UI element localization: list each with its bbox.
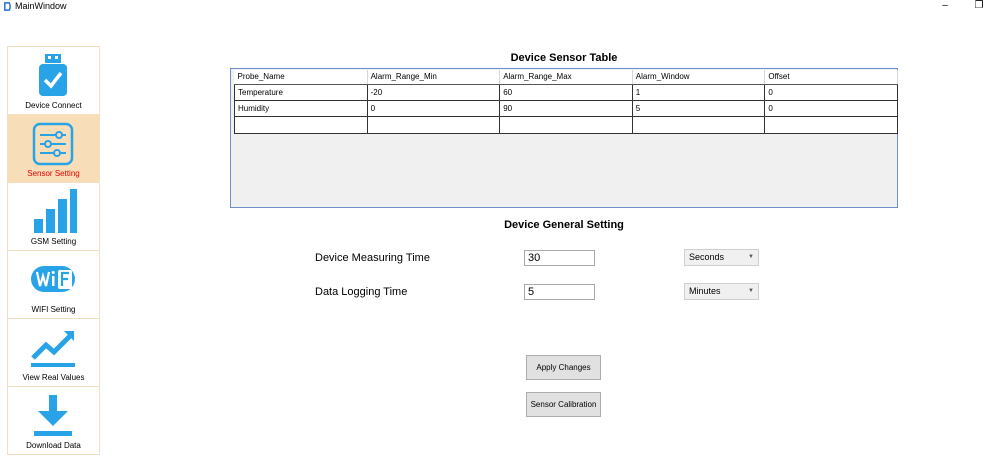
table-cell[interactable]: Humidity [234, 99, 368, 117]
table-cell[interactable] [234, 115, 368, 134]
sidebar-item-sensor-setting[interactable]: Sensor Setting [8, 115, 99, 183]
logging-unit-select[interactable]: Minutes ▼ [684, 283, 759, 300]
table-cell[interactable]: 0 [764, 83, 898, 101]
table-cell[interactable]: -20 [366, 83, 501, 101]
sidebar-item-label: WIFI Setting [31, 305, 76, 314]
chevron-down-icon: ▼ [748, 254, 754, 260]
table-cell[interactable]: 0 [764, 99, 898, 117]
signal-bars-icon [34, 189, 77, 233]
sidebar-item-device-connect[interactable]: Device Connect [8, 47, 99, 115]
logging-time-input[interactable]: 5 [524, 284, 595, 300]
table-header-row: Probe_Name Alarm_Range_Min Alarm_Range_M… [234, 70, 898, 85]
table-row: Temperature -20 60 1 0 [234, 83, 898, 101]
logging-unit-value: Minutes [689, 286, 721, 296]
table-cell[interactable] [764, 115, 898, 134]
sensor-table-title: Device Sensor Table [510, 52, 618, 64]
measuring-unit-select[interactable]: Seconds ▼ [684, 249, 759, 266]
column-header[interactable]: Alarm_Range_Max [499, 70, 633, 85]
table-cell[interactable] [366, 115, 501, 134]
table-row: Humidity 0 90 5 0 [234, 99, 898, 117]
sensor-table[interactable]: Probe_Name Alarm_Range_Min Alarm_Range_M… [230, 68, 898, 208]
sidebar-item-view-real-values[interactable]: View Real Values [8, 319, 99, 387]
logging-time-label: Data Logging Time [315, 286, 408, 298]
table-cell[interactable]: Temperature [234, 83, 368, 101]
apply-changes-button[interactable]: Apply Changes [526, 355, 601, 380]
sidebar-item-label: GSM Setting [30, 237, 77, 246]
sensor-grid: Probe_Name Alarm_Range_Min Alarm_Range_M… [234, 70, 898, 134]
table-cell[interactable]: 90 [499, 99, 633, 117]
sidebar-item-label: Device Connect [25, 101, 82, 110]
table-cell[interactable] [631, 115, 766, 134]
trend-line-icon [31, 331, 75, 367]
sidebar-item-download-data[interactable]: Download Data [8, 387, 99, 455]
sidebar: Device Connect Sensor Setting GSM Settin… [7, 46, 100, 455]
measuring-time-label: Device Measuring Time [315, 252, 430, 264]
table-cell[interactable]: 60 [499, 83, 633, 101]
measuring-time-input[interactable]: 30 [524, 250, 595, 266]
measuring-unit-value: Seconds [689, 252, 725, 262]
sidebar-item-label: View Real Values [22, 373, 85, 382]
sidebar-item-label: Download Data [26, 441, 81, 450]
table-cell[interactable]: 5 [631, 99, 766, 117]
general-setting-title: Device General Setting [504, 219, 624, 231]
sidebar-item-label: Sensor Setting [27, 169, 80, 178]
table-cell[interactable]: 0 [366, 99, 501, 117]
sliders-icon [32, 122, 74, 166]
table-new-row [234, 115, 898, 134]
sidebar-item-gsm-setting[interactable]: GSM Setting [8, 183, 99, 251]
download-icon [34, 395, 72, 436]
table-cell[interactable]: 1 [631, 83, 766, 101]
sensor-calibration-button[interactable]: Sensor Calibration [526, 392, 601, 417]
sidebar-item-wifi-setting[interactable]: WIFI Setting [8, 251, 99, 319]
column-header[interactable]: Alarm_Range_Min [367, 70, 501, 85]
app-icon [4, 2, 11, 11]
chevron-down-icon: ▼ [748, 288, 754, 294]
maximize-button[interactable]: ❐ [972, 0, 986, 12]
table-cell[interactable] [499, 115, 633, 134]
column-header[interactable]: Probe_Name [234, 70, 368, 85]
usb-check-icon [39, 54, 67, 96]
window-title: MainWindow [15, 1, 67, 11]
minimize-button[interactable]: – [938, 0, 952, 12]
column-header[interactable]: Offset [764, 70, 898, 85]
title-bar: MainWindow – ❐ [0, 0, 1000, 14]
wifi-icon [31, 266, 75, 292]
column-header[interactable]: Alarm_Window [632, 70, 766, 85]
